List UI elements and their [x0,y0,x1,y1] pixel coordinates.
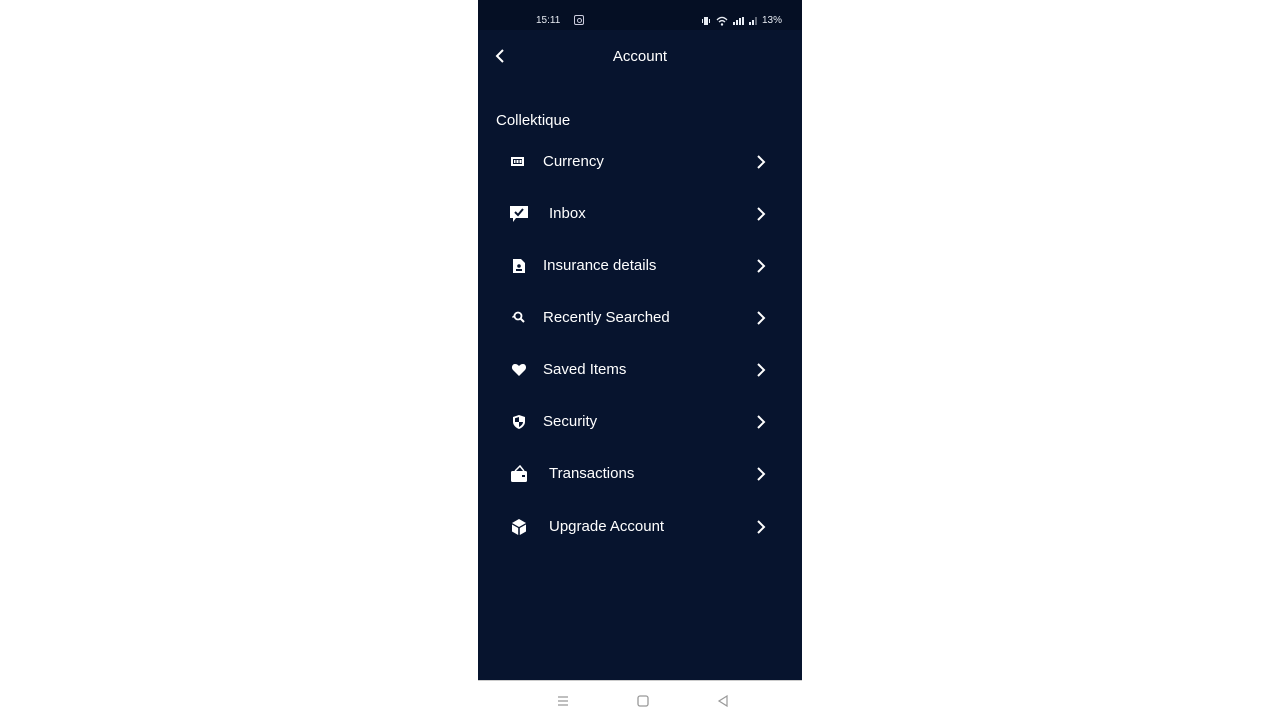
menu-item-recently-searched[interactable]: Recently Searched [478,297,802,341]
menu-item-security[interactable]: Security [478,401,802,445]
menu-item-inbox[interactable]: Inbox [478,193,802,237]
chevron-right-icon [757,467,766,481]
signal-1-icon [732,16,744,25]
phone-screen: 15:11 13% Account Collektique Currency I… [478,0,802,680]
section-title: Collektique [496,112,571,129]
vibrate-icon [701,16,710,25]
cube-icon [512,519,526,535]
page-title: Account [612,48,668,65]
recent-apps-icon[interactable] [555,693,571,709]
system-nav-bar [478,680,802,721]
heart-icon [511,364,527,376]
back-nav-icon[interactable] [715,693,731,709]
menu-item-saved-items[interactable]: Saved Items [478,349,802,393]
chevron-right-icon [757,520,766,534]
menu-item-label: Transactions [549,465,635,482]
menu-item-currency[interactable]: Currency [478,141,802,185]
menu-item-transactions[interactable]: Transactions [478,453,802,497]
menu-item-label: Recently Searched [543,309,670,326]
menu-item-label: Security [543,413,598,430]
battery-percent: 13% [761,15,782,26]
contact-document-icon [513,259,525,273]
chevron-right-icon [757,363,766,377]
chevron-right-icon [757,155,766,169]
menu-item-label: Insurance details [543,257,657,274]
menu-item-label: Upgrade Account [549,518,665,535]
wifi-icon [716,16,728,26]
app-header: Account [478,38,802,76]
instagram-notification-icon [574,15,584,25]
search-history-icon [511,311,525,323]
status-time: 15:11 [536,15,561,26]
chat-check-icon [510,206,528,222]
menu-item-label: Currency [543,153,604,170]
chevron-right-icon [757,207,766,221]
wallet-icon [511,465,527,482]
status-bar: 15:11 13% [478,0,802,30]
home-icon[interactable] [635,693,651,709]
money-icon [511,157,524,166]
menu-item-insurance-details[interactable]: Insurance details [478,245,802,289]
menu-item-label: Inbox [549,205,586,222]
status-icons: 13% [701,15,782,26]
signal-2-icon [748,16,757,25]
menu-item-upgrade-account[interactable]: Upgrade Account [478,506,802,550]
chevron-right-icon [757,415,766,429]
chevron-right-icon [757,259,766,273]
chevron-right-icon [757,311,766,325]
menu-item-label: Saved Items [543,361,627,378]
shield-icon [513,415,525,429]
